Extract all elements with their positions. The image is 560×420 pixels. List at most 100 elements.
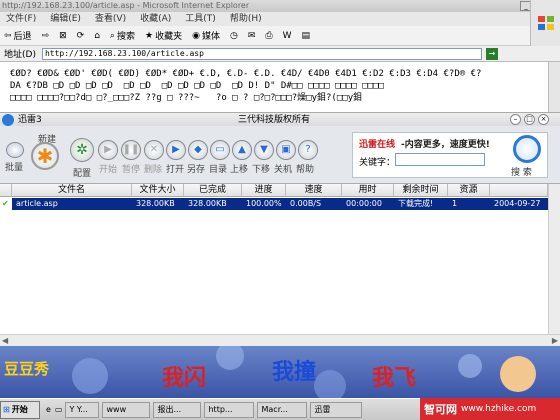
word-icon: W: [282, 30, 292, 41]
xunlei-minimize-button[interactable]: –: [510, 114, 521, 125]
help-icon: ?: [305, 144, 311, 155]
cell-remaining: 下载完成!: [398, 199, 434, 208]
stop-button[interactable]: ⊠: [59, 31, 67, 41]
open-label: 打开: [166, 165, 185, 175]
task-list-hscrollbar[interactable]: ◀ ▶: [0, 334, 560, 346]
media-button[interactable]: ◉ 媒体: [192, 29, 220, 43]
batch-icon: [6, 142, 24, 158]
col-source[interactable]: 资源: [448, 184, 490, 197]
col-completed[interactable]: 已完成: [184, 184, 242, 197]
task-list-empty-area: [0, 210, 548, 334]
scroll-right-icon[interactable]: ▶: [552, 336, 558, 345]
menu-file[interactable]: 文件(F): [6, 12, 36, 26]
col-filename[interactable]: 文件名: [12, 184, 132, 197]
home-button[interactable]: ⌂: [94, 31, 100, 41]
delete-button[interactable]: ✕: [144, 140, 164, 160]
col-progress[interactable]: 进度: [242, 184, 286, 197]
forward-button[interactable]: ⇨: [42, 31, 50, 41]
discuss-button[interactable]: ▤: [301, 31, 310, 41]
banner-text-flash: 我闪: [162, 366, 207, 391]
task-item-5[interactable]: Macr...: [257, 401, 308, 418]
cell-filename: article.asp: [16, 199, 58, 208]
menu-edit[interactable]: 编辑(E): [50, 12, 81, 26]
discuss-icon: ▤: [301, 30, 310, 41]
go-button[interactable]: →: [485, 47, 498, 60]
asterisk-icon: ✱: [36, 144, 54, 168]
xunlei-close-button[interactable]: ×: [538, 114, 549, 125]
menu-bar: 文件(F) 编辑(E) 查看(V) 收藏(A) 工具(T) 帮助(H): [0, 12, 560, 26]
col-date[interactable]: [490, 184, 548, 197]
page-line-2: DA €?DB □D □D □D □D □D □D □D □D □D □D □D…: [10, 81, 384, 91]
cell-completed: 328.00KB: [188, 199, 227, 208]
xunlei-logo-icon: [2, 114, 14, 126]
refresh-button[interactable]: ⟳: [77, 31, 85, 41]
config-label: 配置: [73, 169, 92, 179]
ad-banner[interactable]: 豆豆秀 我闪 我撞 我飞: [0, 346, 560, 398]
folder-button[interactable]: ▭: [210, 140, 230, 160]
browser-title: http://192.168.23.100/article.asp - Micr…: [2, 1, 250, 10]
menu-tools[interactable]: 工具(T): [185, 12, 216, 26]
keyword-input[interactable]: [395, 153, 485, 166]
xunlei-title-bar: 迅雷3 三代科技版权所有 – □ ×: [0, 112, 560, 126]
mail-button[interactable]: ✉: [248, 31, 256, 41]
help-button[interactable]: ?: [298, 140, 318, 160]
print-button[interactable]: ⎙: [265, 31, 272, 41]
task-list-scrollbar[interactable]: [548, 184, 560, 334]
task-list-header: 文件名 文件大小 已完成 进度 速度 用时 剩余时间 资源: [0, 184, 560, 197]
menu-favorites[interactable]: 收藏(A): [140, 12, 171, 26]
save-as-button[interactable]: ◆: [188, 140, 208, 160]
star-icon: ★: [144, 30, 154, 41]
xunlei-restore-button[interactable]: □: [524, 114, 535, 125]
forward-arrow-icon: ⇨: [41, 30, 50, 41]
task-item-4[interactable]: http...: [204, 401, 255, 418]
edit-button[interactable]: W: [283, 31, 292, 41]
batch-button[interactable]: 批量: [5, 160, 23, 173]
new-task-button[interactable]: ✱: [31, 142, 59, 170]
scroll-left-icon[interactable]: ◀: [2, 336, 8, 345]
xunlei-online-panel: 迅雷在线 -内容更多，速度更快! 关键字： 搜 索: [352, 132, 548, 178]
col-speed[interactable]: 速度: [286, 184, 342, 197]
search-magnifier-icon: [513, 135, 541, 163]
folder-label: 目录: [209, 165, 228, 175]
col-time[interactable]: 用时: [342, 184, 394, 197]
open-button[interactable]: ▶: [166, 140, 186, 160]
page-line-3: □□□□ □□□□?□□?d□ □?_□□□?Z ??g □ ???~ ?o □…: [10, 93, 363, 103]
media-icon: ◉: [192, 30, 200, 41]
task-item-6[interactable]: 迅雷: [310, 401, 363, 418]
shutdown-button[interactable]: ▣: [276, 140, 296, 160]
home-icon: ⌂: [94, 30, 100, 41]
pause-label: 暂停: [122, 165, 141, 175]
move-down-button[interactable]: ▼: [254, 140, 274, 160]
menu-view[interactable]: 查看(V): [95, 12, 126, 26]
menu-help[interactable]: 帮助(H): [230, 12, 262, 26]
task-item-3[interactable]: 报出...: [153, 401, 202, 418]
task-item-2[interactable]: www: [102, 401, 151, 418]
history-button[interactable]: ◷: [230, 31, 238, 41]
pause-button[interactable]: ❚❚: [121, 140, 141, 160]
address-input[interactable]: http://192.168.23.100/article.asp: [41, 47, 482, 60]
history-icon: ◷: [229, 30, 238, 41]
search-button[interactable]: ⌕ 搜索: [110, 29, 135, 43]
quicklaunch-desktop-icon[interactable]: ▭: [55, 405, 63, 414]
arrow-up-icon: ▲: [238, 144, 246, 155]
search-button-label[interactable]: 搜 索: [511, 165, 532, 178]
move-up-button[interactable]: ▲: [232, 140, 252, 160]
address-bar: 地址(D) http://192.168.23.100/article.asp …: [0, 46, 560, 62]
back-button[interactable]: ⇦ 后退: [4, 29, 32, 43]
refresh-icon: ⟳: [76, 30, 85, 41]
config-button[interactable]: ✲: [70, 138, 94, 162]
page-content: €ØD? €ØD& €ØD' €ØD( €ØD) €ØD* €ØD+ €.D, …: [0, 62, 548, 110]
folder-icon: ▭: [215, 144, 225, 155]
favorites-button[interactable]: ★ 收藏夹: [144, 29, 182, 43]
quicklaunch-ie-icon[interactable]: e: [46, 405, 51, 414]
start-menu-button[interactable]: ⊞ 开始: [0, 400, 40, 419]
task-item-1[interactable]: Y Y...: [65, 401, 100, 418]
xunlei-center-title: 三代科技版权所有: [238, 115, 311, 125]
pause-icon: ❚❚: [122, 144, 140, 155]
page-scrollbar[interactable]: [548, 62, 560, 112]
table-row[interactable]: ✔ article.asp 328.00KB 328.00KB 100.00% …: [0, 198, 560, 210]
col-remaining[interactable]: 剩余时间: [394, 184, 448, 197]
col-size[interactable]: 文件大小: [132, 184, 184, 197]
start-button[interactable]: ▶: [98, 140, 118, 160]
move-up-label: 上移: [230, 165, 249, 175]
